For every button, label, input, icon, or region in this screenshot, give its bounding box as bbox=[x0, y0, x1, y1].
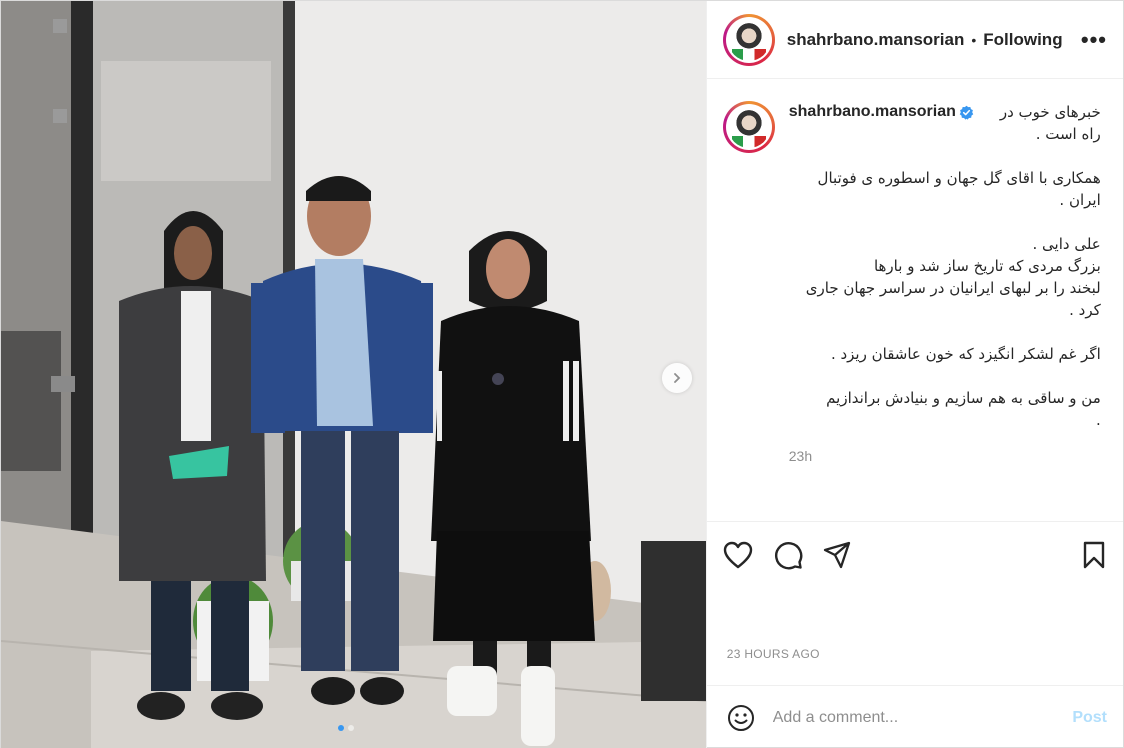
heart-icon bbox=[723, 541, 752, 568]
follow-status-button[interactable]: Following bbox=[983, 30, 1062, 50]
post-side-panel: shahrbano.mansorian • Following ••• shah… bbox=[705, 1, 1123, 748]
like-button[interactable] bbox=[723, 541, 753, 569]
comment-icon bbox=[774, 541, 803, 569]
caption-line: . bbox=[1095, 411, 1101, 429]
verified-badge-icon bbox=[959, 105, 974, 120]
comment-button[interactable] bbox=[773, 540, 803, 570]
post-timestamp[interactable]: 23 HOURS AGO bbox=[707, 587, 1123, 685]
next-slide-button[interactable] bbox=[662, 363, 692, 393]
caption-area: shahrbano.mansorian خبرهای خوب در راه اس… bbox=[707, 79, 1123, 521]
chevron-right-icon bbox=[674, 373, 681, 383]
caption-line: راه است . bbox=[1035, 125, 1101, 143]
caption-line: بزرگ مردی که تاریخ ساز شد و بارها bbox=[873, 257, 1101, 275]
share-icon bbox=[823, 541, 850, 568]
caption-body: shahrbano.mansorian خبرهای خوب در راه اس… bbox=[789, 101, 1101, 467]
caption-text: راه است . همکاری با اقای گل جهان و اسطوره… bbox=[789, 123, 1101, 431]
separator-dot: • bbox=[971, 31, 977, 48]
caption: shahrbano.mansorian خبرهای خوب در راه اس… bbox=[722, 101, 1107, 467]
post-photo bbox=[1, 1, 706, 748]
username-link[interactable]: shahrbano.mansorian bbox=[787, 30, 965, 50]
caption-first-line: خبرهای خوب در bbox=[999, 103, 1101, 121]
caption-line: لبخند را بر لبهای ایرانیان در سراسر جهان… bbox=[805, 279, 1101, 297]
carousel-indicator bbox=[338, 725, 354, 731]
post-comment-button[interactable]: Post bbox=[1072, 709, 1107, 727]
emoji-button[interactable] bbox=[727, 704, 755, 732]
more-options-button[interactable]: ••• bbox=[1081, 27, 1107, 53]
caption-avatar[interactable] bbox=[722, 101, 775, 153]
post-header: shahrbano.mansorian • Following ••• bbox=[706, 1, 1123, 79]
comment-input[interactable] bbox=[772, 708, 1073, 727]
bookmark-icon bbox=[1083, 541, 1105, 568]
carousel-dot bbox=[338, 725, 344, 731]
post-media[interactable] bbox=[1, 1, 706, 748]
save-button[interactable] bbox=[1081, 541, 1107, 569]
caption-line: من و ساقی به هم سازیم و بنیادش براندازیم bbox=[826, 389, 1101, 407]
caption-username[interactable]: shahrbano.mansorian bbox=[789, 101, 956, 123]
caption-line: همکاری با اقای گل جهان و اسطوره ی فوتبال bbox=[817, 169, 1101, 187]
caption-line: اگر غم لشکر انگیزد که خون عاشقان ریزد . bbox=[830, 345, 1101, 363]
caption-line: ایران . bbox=[1059, 191, 1101, 209]
avatar[interactable] bbox=[722, 13, 775, 66]
caption-line: علی دایی . bbox=[1032, 235, 1101, 253]
caption-line: کرد . bbox=[1069, 301, 1101, 319]
comment-bar: Post bbox=[706, 685, 1123, 748]
instagram-post: shahrbano.mansorian • Following ••• shah… bbox=[0, 0, 1124, 748]
caption-time[interactable]: 23h bbox=[789, 445, 1101, 467]
carousel-dot bbox=[348, 725, 354, 731]
share-button[interactable] bbox=[823, 541, 851, 569]
emoji-icon bbox=[727, 704, 754, 731]
action-bar bbox=[706, 521, 1123, 587]
